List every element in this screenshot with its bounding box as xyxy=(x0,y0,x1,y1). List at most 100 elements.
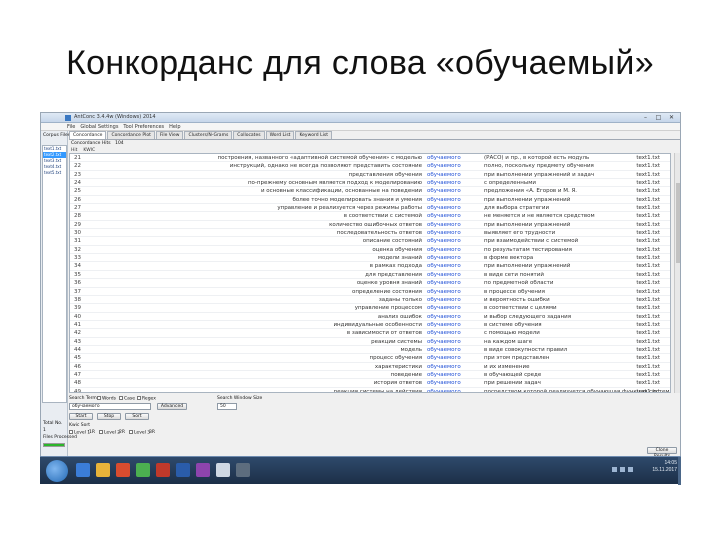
concordance-row[interactable]: 37 определение состояния обучаемого в проце… xyxy=(70,288,670,296)
minimize-button[interactable]: – xyxy=(641,114,650,121)
keyword-hit[interactable]: обучаемого xyxy=(427,272,483,278)
browser-icon[interactable] xyxy=(76,463,90,477)
show-desktop-button[interactable] xyxy=(678,457,681,485)
keyword-hit[interactable]: обучаемого xyxy=(427,247,483,253)
file-name[interactable]: text1.txt xyxy=(636,355,660,361)
concordance-row[interactable]: 22 инструкций, однако не всегда позволяют… xyxy=(70,162,670,171)
keyword-hit[interactable]: обучаемого xyxy=(427,238,483,244)
concordance-row[interactable]: 34 в рамках подхода обучаемого при выполнен… xyxy=(70,262,670,271)
concordance-row[interactable]: 47 поведение обучаемого в обучающей среде te… xyxy=(70,371,670,380)
keyword-hit[interactable]: обучаемого xyxy=(427,163,483,169)
level3-checkbox[interactable]: Level 3 xyxy=(129,430,150,436)
level1-value[interactable]: 1R xyxy=(89,430,95,435)
clock[interactable]: 14:05 15.11.2017 xyxy=(637,460,677,474)
file-name[interactable]: text1.txt xyxy=(636,163,660,169)
concordance-row[interactable]: 33 модели знаний обучаемого в форме вектора… xyxy=(70,254,670,263)
keyword-hit[interactable]: обучаемого xyxy=(427,305,483,311)
window-size-spinner[interactable]: 50 xyxy=(217,403,237,410)
concordance-row[interactable]: 49 реакция системы на действия обучаемого п… xyxy=(70,388,670,392)
concordance-row[interactable]: 39 управление процессом обучаемого в соотве… xyxy=(70,304,670,313)
level2-checkbox[interactable]: Level 2 xyxy=(99,430,120,436)
file-name[interactable]: text1.txt xyxy=(636,272,660,278)
concordance-row[interactable]: 27 управление и реализуется через режимы … xyxy=(70,204,670,213)
file-name[interactable]: text1.txt xyxy=(636,255,660,261)
file-name[interactable]: text1.txt xyxy=(636,263,660,269)
concordance-scrollbar[interactable] xyxy=(674,153,680,393)
sort-button[interactable]: Sort xyxy=(125,413,149,420)
menu-file[interactable]: File xyxy=(67,123,75,130)
keyword-hit[interactable]: обучаемого xyxy=(427,314,483,320)
file-name[interactable]: text1.txt xyxy=(636,372,660,378)
concordance-row[interactable]: 36 оценке уровня знаний обучаемого по предм… xyxy=(70,279,670,288)
file-name[interactable]: text1.txt xyxy=(636,322,660,328)
menu-tool-preferences[interactable]: Tool Preferences xyxy=(123,123,164,130)
file-name[interactable]: text1.txt xyxy=(636,380,660,386)
keyword-hit[interactable]: обучаемого xyxy=(427,280,483,286)
network-icon[interactable] xyxy=(612,467,617,472)
maximize-button[interactable]: □ xyxy=(654,114,663,121)
media-player-icon[interactable] xyxy=(116,463,130,477)
concordance-row[interactable]: 21 построения, названного «адаптивной сис… xyxy=(70,154,670,163)
opera-icon[interactable] xyxy=(156,463,170,477)
concordance-row[interactable]: 23 представления обучения обучаемого при вы… xyxy=(70,171,670,180)
keyword-hit[interactable]: обучаемого xyxy=(427,372,483,378)
app-icon[interactable] xyxy=(196,463,210,477)
file-name[interactable]: text1.txt xyxy=(636,364,660,370)
keyword-hit[interactable]: обучаемого xyxy=(427,355,483,361)
start-button-icon[interactable] xyxy=(46,460,68,482)
concordance-row[interactable]: 25 и основные классификации, основанные н… xyxy=(70,187,670,196)
keyword-hit[interactable]: обучаемого xyxy=(427,330,483,336)
start-button[interactable]: Start xyxy=(69,413,93,420)
file-name[interactable]: text1.txt xyxy=(636,314,660,320)
tab-concordance[interactable]: Concordance xyxy=(69,131,107,139)
file-name[interactable]: text1.txt xyxy=(636,172,660,178)
concordance-row[interactable]: 28 в соответствии с системой обучаемого не … xyxy=(70,212,670,221)
file-name[interactable]: text1.txt xyxy=(636,222,660,228)
concordance-row[interactable]: 45 процесс обучения обучаемого при этом пре… xyxy=(70,354,670,363)
keyword-hit[interactable]: обучаемого xyxy=(427,172,483,178)
tab-collocates[interactable]: Collocates xyxy=(233,131,265,139)
keyword-hit[interactable]: обучаемого xyxy=(427,322,483,328)
file-name[interactable]: text1.txt xyxy=(636,297,660,303)
file-name[interactable]: text1.txt xyxy=(636,347,660,353)
concordance-row[interactable]: 48 история ответов обучаемого при решении з… xyxy=(70,379,670,388)
advanced-button[interactable]: Advanced xyxy=(157,403,187,410)
concordance-row[interactable]: 41 индивидуальные особенности обучаемого в … xyxy=(70,321,670,330)
antconc-taskbar-icon[interactable] xyxy=(216,463,230,477)
concordance-row[interactable]: 38 заданы только обучаемого и вероятность о… xyxy=(70,296,670,305)
keyword-hit[interactable]: обучаемого xyxy=(427,230,483,236)
volume-icon[interactable] xyxy=(620,467,625,472)
file-name[interactable]: text1.txt xyxy=(636,230,660,236)
level1-checkbox[interactable]: Level 1 xyxy=(69,430,90,436)
file-name[interactable]: text1.txt xyxy=(636,238,660,244)
concordance-row[interactable]: 46 характеристики обучаемого и их изменение… xyxy=(70,363,670,371)
level2-value[interactable]: 2R xyxy=(119,430,125,435)
keyword-hit[interactable]: обучаемого xyxy=(427,155,483,161)
keyword-hit[interactable]: обучаемого xyxy=(427,213,483,219)
keyword-hit[interactable]: обучаемого xyxy=(427,347,483,353)
folder-icon[interactable] xyxy=(96,463,110,477)
corpus-file-item[interactable]: text5.txt xyxy=(43,170,66,176)
concordance-row[interactable]: 31 описание состояний обучаемого при взаимо… xyxy=(70,237,670,246)
concordance-row[interactable]: 40 анализ ошибок обучаемого и выбор следующ… xyxy=(70,313,670,321)
concordance-row[interactable]: 44 модель обучаемого в виде совокупности пр… xyxy=(70,346,670,355)
concordance-row[interactable]: 26 более точно моделировать знания и умен… xyxy=(70,196,670,205)
file-name[interactable]: text1.txt xyxy=(636,213,660,219)
word-icon[interactable] xyxy=(176,463,190,477)
file-name[interactable]: text1.txt xyxy=(636,247,660,253)
regex-checkbox[interactable]: Regex xyxy=(137,396,156,402)
keyword-hit[interactable]: обучаемого xyxy=(427,339,483,345)
file-name[interactable]: text1.txt xyxy=(636,197,660,203)
stop-button[interactable]: Stop xyxy=(97,413,121,420)
keyword-hit[interactable]: обучаемого xyxy=(427,188,483,194)
keyword-hit[interactable]: обучаемого xyxy=(427,289,483,295)
concordance-row[interactable]: 42 в зависимости от ответов обучаемого с по… xyxy=(70,329,670,338)
tab-concordance-plot[interactable]: Concordance Plot xyxy=(107,131,155,139)
concordance-row[interactable]: 24 по-прежнему основным является подход к… xyxy=(70,179,670,188)
case-checkbox[interactable]: Case xyxy=(119,396,135,402)
search-input[interactable]: обучаемого xyxy=(69,403,151,410)
file-name[interactable]: text1.txt xyxy=(636,205,660,211)
flag-icon[interactable] xyxy=(628,467,633,472)
keyword-hit[interactable]: обучаемого xyxy=(427,255,483,261)
menu-global-settings[interactable]: Global Settings xyxy=(80,123,118,130)
